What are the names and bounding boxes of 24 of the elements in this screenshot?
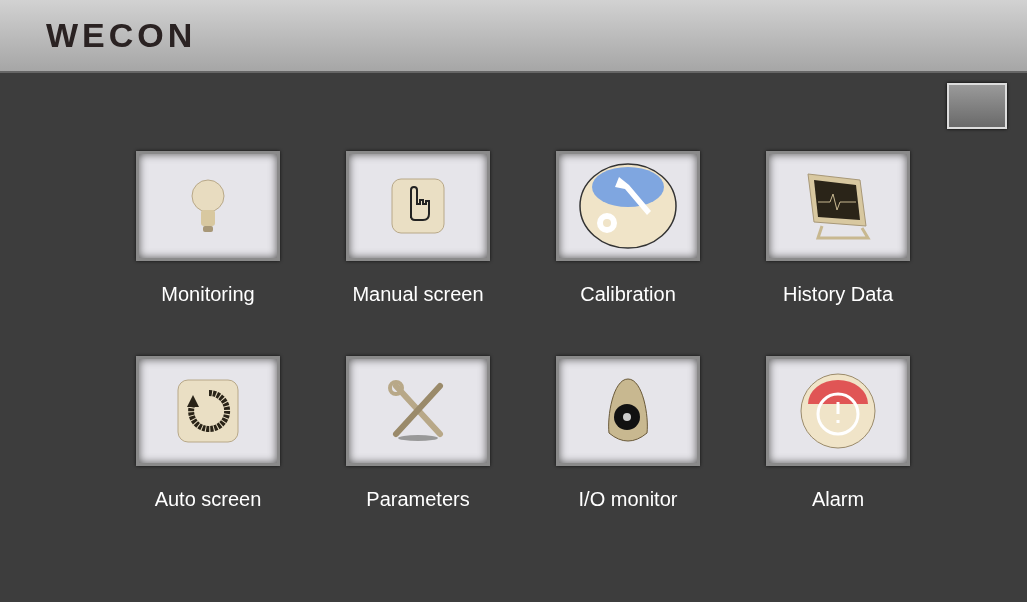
logo: WECON	[46, 15, 197, 56]
knob-icon	[605, 377, 651, 445]
tile-label: Alarm	[811, 487, 865, 512]
menu-tile[interactable]	[556, 356, 700, 466]
menu-tile[interactable]	[346, 151, 490, 261]
tile-label: I/O monitor	[578, 487, 678, 512]
menu-tile[interactable]	[766, 356, 910, 466]
wrench-gear-icon	[579, 163, 677, 249]
light-bulb-icon	[190, 178, 226, 234]
pointing-hand-icon	[391, 178, 445, 234]
tile-label: Calibration	[580, 282, 676, 307]
menu-tile[interactable]	[346, 356, 490, 466]
tile-label: Manual screen	[352, 282, 484, 307]
tile-label: History Data	[783, 282, 893, 307]
menu-tile[interactable]	[766, 151, 910, 261]
corner-button[interactable]	[947, 83, 1007, 129]
menu-tile[interactable]	[556, 151, 700, 261]
menu-tile[interactable]	[136, 151, 280, 261]
alarm-icon	[800, 372, 876, 450]
monitor-icon	[804, 170, 872, 242]
menu-tile[interactable]	[136, 356, 280, 466]
tile-label: Parameters	[366, 487, 470, 512]
tile-label: Monitoring	[161, 282, 255, 307]
tile-label: Auto screen	[154, 487, 262, 512]
